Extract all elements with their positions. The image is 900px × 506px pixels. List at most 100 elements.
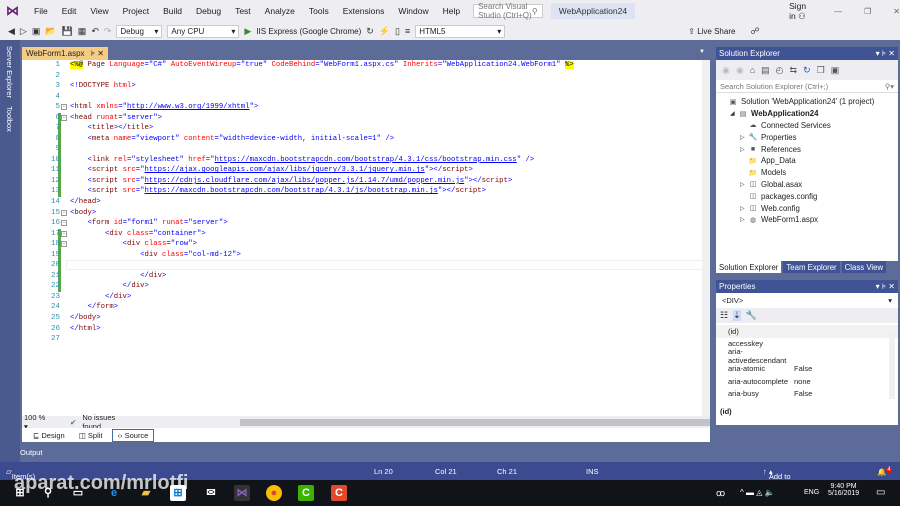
- menu-debug[interactable]: Debug: [189, 6, 228, 16]
- horizontal-scrollbar[interactable]: [240, 419, 710, 426]
- back-icon[interactable]: ◉: [722, 65, 730, 76]
- language-indicator[interactable]: ENG: [804, 489, 819, 496]
- mail-icon[interactable]: ✉: [203, 485, 219, 501]
- object-select[interactable]: <DIV>▾: [716, 293, 898, 308]
- solution-search-input[interactable]: Search Solution Explorer (Ctrl+;)⚲▾: [716, 80, 898, 93]
- code-line[interactable]: </head>: [70, 198, 101, 206]
- code-line[interactable]: </body>: [70, 314, 101, 322]
- code-line[interactable]: </form>: [70, 303, 118, 311]
- save-icon[interactable]: 💾: [62, 26, 73, 37]
- solution-tree-item[interactable]: ◢▤WebApplication24: [716, 108, 898, 120]
- toolbox-tab[interactable]: Toolbox: [5, 106, 14, 132]
- property-row[interactable]: aria-busyFalse: [716, 388, 898, 401]
- code-line[interactable]: <div class="row">: [70, 240, 197, 248]
- forward-icon[interactable]: ◉: [736, 65, 744, 76]
- code-line[interactable]: <meta name="viewport" content="width=dev…: [70, 135, 394, 143]
- solution-tree-item[interactable]: ☁Connected Services: [716, 120, 898, 132]
- save-all-icon[interactable]: ▦: [78, 26, 87, 37]
- properties-scrollbar[interactable]: [889, 331, 895, 399]
- menu-view[interactable]: View: [83, 6, 115, 16]
- fold-toggle-icon[interactable]: -: [61, 104, 67, 110]
- fold-toggle-icon[interactable]: -: [61, 210, 67, 216]
- solution-tree-item[interactable]: ▷◫Web.config: [716, 202, 898, 214]
- refresh-icon[interactable]: ↻: [803, 65, 811, 76]
- restore-button[interactable]: ❐: [864, 7, 871, 16]
- visual-studio-icon[interactable]: ⋈: [234, 485, 250, 501]
- expand-icon[interactable]: ▷: [740, 216, 748, 223]
- document-tab[interactable]: WebForm1.aspx ⊧ ✕: [22, 47, 108, 60]
- solution-explorer-tab[interactable]: Solution Explorer: [716, 261, 781, 273]
- clock[interactable]: 9:40 PM5/16/2019: [828, 483, 859, 497]
- vertical-scrollbar[interactable]: [702, 60, 710, 416]
- run-target-button[interactable]: IIS Express (Google Chrome): [256, 27, 361, 36]
- schema-select[interactable]: HTML5▾: [415, 25, 505, 38]
- code-line[interactable]: <html xmlns="http://www.w3.org/1999/xhtm…: [70, 103, 258, 111]
- menu-window[interactable]: Window: [391, 6, 435, 16]
- search-input[interactable]: Search Visual Studio (Ctrl+Q)⚲: [473, 4, 543, 18]
- menu-tools[interactable]: Tools: [302, 6, 336, 16]
- property-row[interactable]: aria-activedescendant: [716, 350, 898, 363]
- property-value[interactable]: none: [794, 377, 811, 386]
- menu-analyze[interactable]: Analyze: [258, 6, 302, 16]
- close-tab-icon[interactable]: ✕: [97, 49, 104, 58]
- expand-icon[interactable]: ▷: [740, 146, 748, 153]
- alphabetical-icon[interactable]: ⇣: [733, 310, 741, 321]
- code-line[interactable]: <script src="https://ajax.googleapis.com…: [70, 166, 473, 174]
- categorized-icon[interactable]: ☷: [720, 310, 728, 321]
- code-line[interactable]: </html>: [70, 325, 101, 333]
- fold-toggle-icon[interactable]: -: [61, 231, 67, 237]
- close-icon[interactable]: ✕: [888, 49, 895, 58]
- close-icon[interactable]: ✕: [888, 282, 895, 291]
- solution-tree-item[interactable]: ▣Solution 'WebApplication24' (1 project): [716, 96, 898, 108]
- code-line[interactable]: <%@ Page Language="C#" AutoEventWireup="…: [70, 61, 574, 69]
- code-line[interactable]: <div class="container">: [70, 230, 206, 238]
- collapse-all-icon[interactable]: ❐: [817, 65, 825, 76]
- source-tab[interactable]: ‹› Source: [112, 429, 155, 442]
- document-icon[interactable]: ▯: [395, 26, 400, 37]
- tab-dropdown-icon[interactable]: ▼: [699, 49, 705, 55]
- code-line[interactable]: </div>: [70, 282, 149, 290]
- home-icon[interactable]: ⌂: [750, 65, 755, 75]
- forward-icon[interactable]: ▷: [20, 26, 27, 37]
- pin-icon[interactable]: ⊧: [91, 49, 95, 58]
- open-icon[interactable]: 📂: [45, 26, 56, 37]
- property-row[interactable]: (id): [716, 325, 898, 338]
- refresh-icon[interactable]: ↻: [366, 26, 374, 37]
- team-explorer-tab[interactable]: Team Explorer: [783, 261, 839, 273]
- solution-tree-item[interactable]: ▷◫Global.asax: [716, 179, 898, 191]
- expand-icon[interactable]: ▷: [740, 134, 748, 141]
- action-center-icon[interactable]: ▭: [876, 487, 885, 498]
- expand-icon[interactable]: ▷: [740, 205, 748, 212]
- output-tab[interactable]: Output: [20, 448, 43, 457]
- show-all-files-icon[interactable]: ▣: [831, 65, 840, 76]
- solution-tree-item[interactable]: ▷🔧Properties: [716, 131, 898, 143]
- new-project-icon[interactable]: ▣: [32, 26, 41, 37]
- property-value[interactable]: False: [794, 389, 812, 398]
- sync-icon[interactable]: ⇆: [790, 65, 798, 76]
- menu-edit[interactable]: Edit: [55, 6, 84, 16]
- code-line[interactable]: <!DOCTYPE html>: [70, 82, 136, 90]
- notifications-icon[interactable]: 🔔4: [877, 467, 892, 477]
- sign-in-link[interactable]: Sign in ⚇: [789, 1, 806, 22]
- split-tab[interactable]: ◫ Split: [74, 430, 108, 441]
- code-line[interactable]: <div class="col-md-12">: [70, 251, 241, 259]
- dropdown-icon[interactable]: ▾: [876, 49, 880, 58]
- code-line[interactable]: <script src="https://maxcdn.bootstrapcdn…: [70, 187, 486, 195]
- solution-tree-item[interactable]: ▷■References: [716, 143, 898, 155]
- code-line[interactable]: <body>: [70, 209, 96, 217]
- dropdown-icon[interactable]: ▾: [876, 282, 880, 291]
- code-line[interactable]: <link rel="stylesheet" href="https://max…: [70, 156, 534, 164]
- menu-extensions[interactable]: Extensions: [336, 6, 392, 16]
- class-view-tab[interactable]: Class View: [842, 261, 886, 273]
- menu-build[interactable]: Build: [156, 6, 189, 16]
- camtasia-red-icon[interactable]: C: [331, 485, 347, 501]
- solution-tree-item[interactable]: ▷◍WebForm1.aspx: [716, 214, 898, 226]
- pin-icon[interactable]: ⊧: [882, 49, 886, 58]
- configuration-select[interactable]: Debug▾: [116, 25, 162, 38]
- chrome-icon[interactable]: ●: [266, 485, 282, 501]
- undo-icon[interactable]: ↶: [91, 26, 99, 37]
- redo-icon[interactable]: ↷: [104, 26, 112, 37]
- pin-icon[interactable]: ⊧: [882, 282, 886, 291]
- property-row[interactable]: aria-autocompletenone: [716, 375, 898, 388]
- expand-icon[interactable]: ▷: [740, 181, 748, 188]
